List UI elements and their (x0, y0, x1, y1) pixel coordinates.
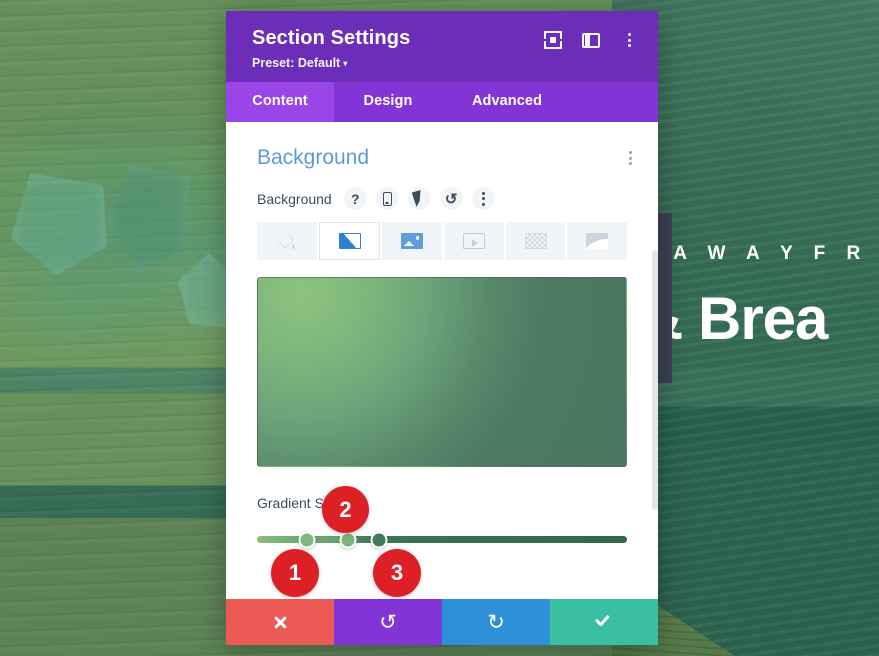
section-more-options-icon[interactable] (629, 151, 632, 165)
redo-button[interactable]: ↻ (442, 599, 550, 645)
background-type-mask[interactable] (567, 222, 628, 260)
page-title: Section Settings (252, 27, 411, 49)
modal-header-titles: Section Settings Preset: Default ▾ (252, 27, 410, 70)
background-type-color[interactable] (257, 222, 317, 260)
hero-kicker: E A W A Y F R O M (640, 243, 879, 264)
check-icon (595, 615, 613, 629)
paint-bucket-icon (279, 233, 295, 249)
field-more-options-icon[interactable] (471, 187, 495, 210)
help-icon[interactable]: ? (343, 187, 367, 210)
undo-icon: ↺ (379, 610, 397, 634)
panel-scrollbar[interactable] (652, 250, 658, 510)
image-icon (401, 233, 424, 249)
modal-header: Section Settings Preset: Default ▾ (226, 11, 658, 82)
tab-advanced[interactable]: Advanced (442, 82, 572, 122)
responsive-phone-icon[interactable] (375, 187, 399, 210)
modal-header-actions (544, 31, 638, 49)
preset-label: Preset: Default (252, 56, 341, 70)
modal-body: Background Background ? ↺ Gradient Stops (226, 122, 658, 599)
undo-button[interactable]: ↺ (334, 599, 442, 645)
save-button[interactable] (550, 599, 658, 645)
gradient-icon (338, 233, 361, 249)
redo-icon: ↻ (487, 610, 505, 634)
gradient-stop-3[interactable] (370, 531, 388, 548)
background-field-toolbar: Background ? ↺ (226, 187, 658, 210)
gradient-stop-2[interactable] (339, 531, 357, 548)
background-type-image[interactable] (382, 222, 443, 260)
annotation-badge-3: 3 (373, 549, 421, 597)
background-type-gradient[interactable] (318, 222, 381, 260)
tab-content[interactable]: Content (226, 82, 334, 122)
gradient-stop-1[interactable] (298, 531, 316, 548)
background-type-pattern[interactable] (505, 222, 566, 260)
hero-title: & Brea (640, 285, 828, 352)
close-icon (273, 615, 288, 630)
gradient-preview[interactable] (257, 277, 627, 467)
modal-footer: ↺ ↻ (226, 599, 658, 645)
reset-icon[interactable]: ↺ (439, 187, 463, 210)
preset-selector[interactable]: Preset: Default ▾ (252, 56, 410, 70)
modal-tabs: Content Design Advanced (226, 82, 658, 122)
section-title: Background (257, 146, 370, 169)
background-type-video[interactable] (444, 222, 504, 260)
background-type-selector (226, 222, 658, 260)
gradient-stops-label: Gradient Stops (257, 495, 351, 511)
tabs-filler (572, 82, 658, 122)
annotation-badge-1: 1 (271, 549, 319, 597)
hover-cursor-icon[interactable] (407, 187, 431, 210)
layout-toggle-icon[interactable] (582, 33, 600, 48)
expand-icon[interactable] (544, 31, 562, 49)
more-options-icon[interactable] (620, 31, 638, 49)
gradient-stops-track[interactable] (257, 531, 627, 548)
background-field-label: Background (257, 190, 332, 207)
chevron-down-icon: ▾ (343, 59, 348, 69)
tab-design[interactable]: Design (334, 82, 442, 122)
cancel-button[interactable] (226, 599, 334, 645)
video-icon (462, 233, 485, 249)
annotation-badge-2: 2 (322, 486, 369, 533)
hero-text-block: E A W A Y F R O M & Brea (640, 244, 879, 350)
pattern-icon (524, 233, 547, 249)
background-section-header: Background (226, 146, 658, 170)
mask-icon (586, 233, 609, 249)
